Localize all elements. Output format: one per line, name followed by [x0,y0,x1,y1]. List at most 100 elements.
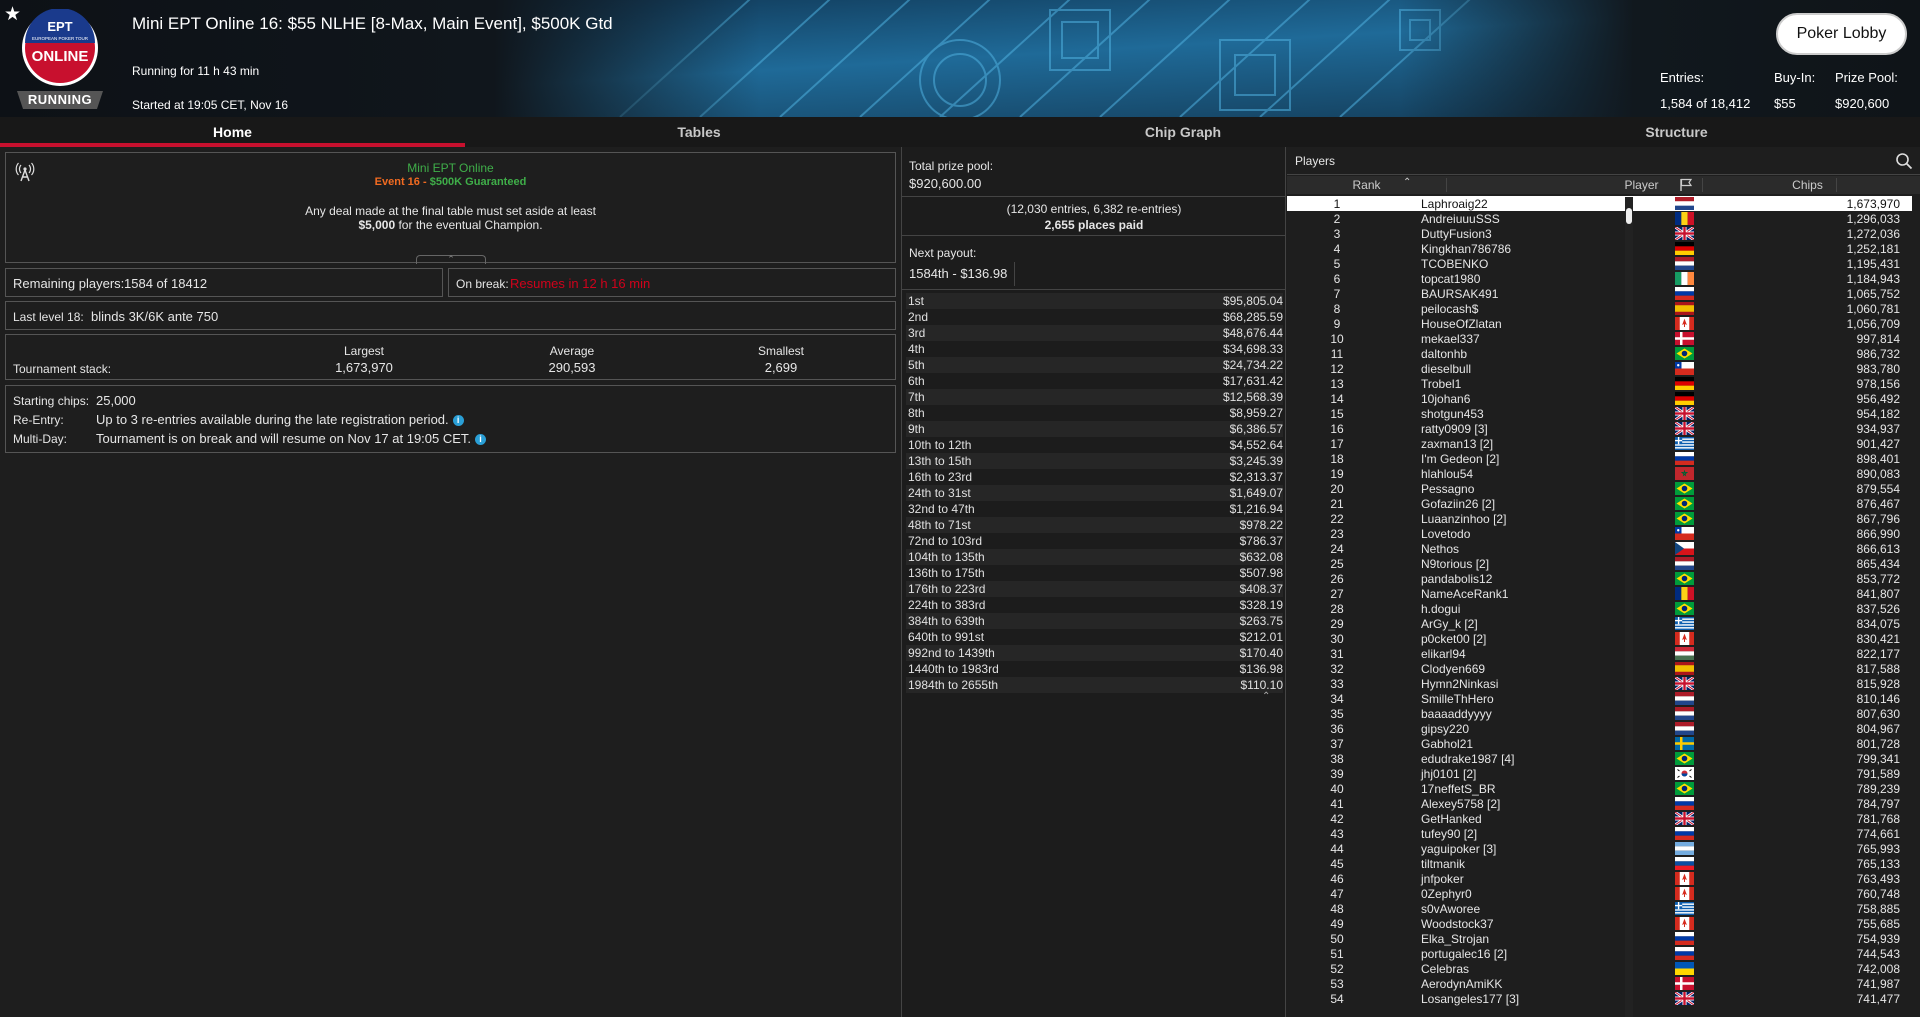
collapse-chevron-icon[interactable]: ⌃ [416,255,486,264]
table-row[interactable]: 3 DuttyFusion3 1,272,036 [1287,226,1912,241]
payout-collapse-chevron-icon[interactable]: ⌃ [1262,691,1270,702]
table-row[interactable]: 43 tufey90 [2] 774,661 [1287,826,1912,841]
country-flag-icon [1675,872,1694,885]
table-row[interactable]: 24 Nethos 866,613 [1287,541,1912,556]
table-row[interactable]: 52 Celebras 742,008 [1287,961,1912,976]
table-row[interactable]: 44 yaguipoker [3] 765,993 [1287,841,1912,856]
payout-amount: $408.37 [1239,582,1283,596]
poker-lobby-button[interactable]: Poker Lobby [1776,13,1907,55]
payout-place: 48th to 71st [908,518,971,532]
chips-column-header[interactable]: Chips [1702,178,1912,192]
player-rank: 28 [1330,602,1344,616]
player-name: NameAceRank1 [1421,587,1509,601]
table-row[interactable]: 8 peilocash$ 1,060,781 [1287,301,1912,316]
table-row[interactable]: 12 dieselbull 983,780 [1287,361,1912,376]
table-row[interactable]: 45 tiltmanik 765,133 [1287,856,1912,871]
table-row[interactable]: 13 Trobel1 978,156 [1287,376,1912,391]
table-row[interactable]: 38 edudrake1987 [4] 799,341 [1287,751,1912,766]
table-row[interactable]: 16 ratty0909 [3] 934,937 [1287,421,1912,436]
payout-place: 3rd [908,326,926,340]
table-row[interactable]: 54 Losangeles177 [3] 741,477 [1287,991,1912,1006]
player-rank: 37 [1330,737,1344,751]
country-flag-icon [1675,857,1694,870]
table-row[interactable]: 17 zaxman13 [2] 901,427 [1287,436,1912,451]
table-row[interactable]: 11 daltonhb 986,732 [1287,346,1912,361]
table-row[interactable]: 46 jnfpoker 763,493 [1287,871,1912,886]
table-row[interactable]: 5 TCOBENKO 1,195,431 [1287,256,1912,271]
table-row[interactable]: 6 topcat1980 1,184,943 [1287,271,1912,286]
tab-tables[interactable]: Tables [465,117,933,147]
tab-structure[interactable]: Structure [1433,117,1920,147]
player-rank: 53 [1330,977,1344,991]
player-rank: 50 [1330,932,1344,946]
player-rank: 26 [1330,572,1344,586]
table-row[interactable]: 18 I'm Gedeon [2] 898,401 [1287,451,1912,466]
table-row[interactable]: 42 GetHanked 781,768 [1287,811,1912,826]
table-row[interactable]: 1 Laphroaig22 1,673,970 [1287,196,1912,211]
table-row[interactable]: 26 pandabolis12 853,772 [1287,571,1912,586]
payout-amount: $68,285.59 [1222,310,1283,324]
table-row[interactable]: 50 Elka_Strojan 754,939 [1287,931,1912,946]
table-row[interactable]: 30 p0cket00 [2] 830,421 [1287,631,1912,646]
payout-row: 5th $24,734.22 [906,357,1283,373]
player-rank: 34 [1330,692,1344,706]
player-chips: 741,477 [1856,992,1900,1006]
player-chips: 754,939 [1856,932,1900,946]
table-row[interactable]: 49 Woodstock37 755,685 [1287,916,1912,931]
tab-chip-graph[interactable]: Chip Graph [933,117,1433,147]
average-label: Average [549,344,595,358]
table-row[interactable]: 4 Kingkhan786786 1,252,181 [1287,241,1912,256]
multiday-info-icon[interactable]: i [475,434,487,446]
player-rank: 22 [1330,512,1344,526]
table-row[interactable]: 23 Lovetodo 866,990 [1287,526,1912,541]
table-row[interactable]: 51 portugalec16 [2] 744,543 [1287,946,1912,961]
table-row[interactable]: 37 Gabhol21 801,728 [1287,736,1912,751]
player-name: Woodstock37 [1421,917,1494,931]
table-row[interactable]: 7 BAURSAK491 1,065,752 [1287,286,1912,301]
player-name: h.dogui [1421,602,1461,616]
table-row[interactable]: 28 h.dogui 837,526 [1287,601,1912,616]
table-row[interactable]: 15 shotgun453 954,182 [1287,406,1912,421]
favorite-star-icon[interactable]: ★ [4,3,21,26]
table-row[interactable]: 39 jhj0101 [2] 791,589 [1287,766,1912,781]
table-row[interactable]: 31 elikarl94 822,177 [1287,646,1912,661]
player-rank: 46 [1330,872,1344,886]
country-flag-icon [1675,977,1694,990]
table-row[interactable]: 29 ArGy_k [2] 834,075 [1287,616,1912,631]
table-row[interactable]: 22 Luaanzinhoo [2] 867,796 [1287,511,1912,526]
payout-place: 1440th to 1983rd [908,662,999,676]
table-row[interactable]: 36 gipsy220 804,967 [1287,721,1912,736]
table-row[interactable]: 19 hlahlou54 890,083 [1287,466,1912,481]
table-row[interactable]: 40 17neffetS_BR 789,239 [1287,781,1912,796]
player-rank: 27 [1330,587,1344,601]
table-row[interactable]: 32 Clodyen669 817,588 [1287,661,1912,676]
break-box: On break: Resumes in 12 h 16 min [448,268,896,297]
reentry-info-icon[interactable]: i [452,415,464,427]
table-row[interactable]: 53 AerodynAmiKK 741,987 [1287,976,1912,991]
table-row[interactable]: 35 baaaaddyyyy 807,630 [1287,706,1912,721]
table-row[interactable]: 25 N9torious [2] 865,434 [1287,556,1912,571]
table-row[interactable]: 48 s0vAworee 758,885 [1287,901,1912,916]
tab-home[interactable]: Home [0,117,465,147]
country-flag-column-icon[interactable] [1678,178,1694,192]
table-row[interactable]: 21 Gofaziin26 [2] 876,467 [1287,496,1912,511]
table-row[interactable]: 14 10johan6 956,492 [1287,391,1912,406]
table-row[interactable]: 2 AndreiuuuSSS 1,296,033 [1287,211,1912,226]
table-row[interactable]: 20 Pessagno 879,554 [1287,481,1912,496]
player-chips: 986,732 [1856,347,1900,361]
table-row[interactable]: 47 0Zephyr0 760,748 [1287,886,1912,901]
table-row[interactable]: 34 SmilleThHero 810,146 [1287,691,1912,706]
search-icon[interactable] [1895,152,1913,170]
table-row[interactable]: 10 mekael337 997,814 [1287,331,1912,346]
sort-asc-icon[interactable]: ⌃ [1403,177,1411,188]
rank-column-header[interactable]: Rank [1287,178,1447,192]
player-rank: 47 [1330,887,1344,901]
players-scrollbar-thumb[interactable] [1626,208,1632,224]
payout-place: 5th [908,358,925,372]
player-chips: 799,341 [1856,752,1900,766]
players-scrollbar[interactable] [1625,197,1633,1017]
table-row[interactable]: 33 Hymn2Ninkasi 815,928 [1287,676,1912,691]
table-row[interactable]: 9 HouseOfZlatan 1,056,709 [1287,316,1912,331]
table-row[interactable]: 41 Alexey5758 [2] 784,797 [1287,796,1912,811]
table-row[interactable]: 27 NameAceRank1 841,807 [1287,586,1912,601]
